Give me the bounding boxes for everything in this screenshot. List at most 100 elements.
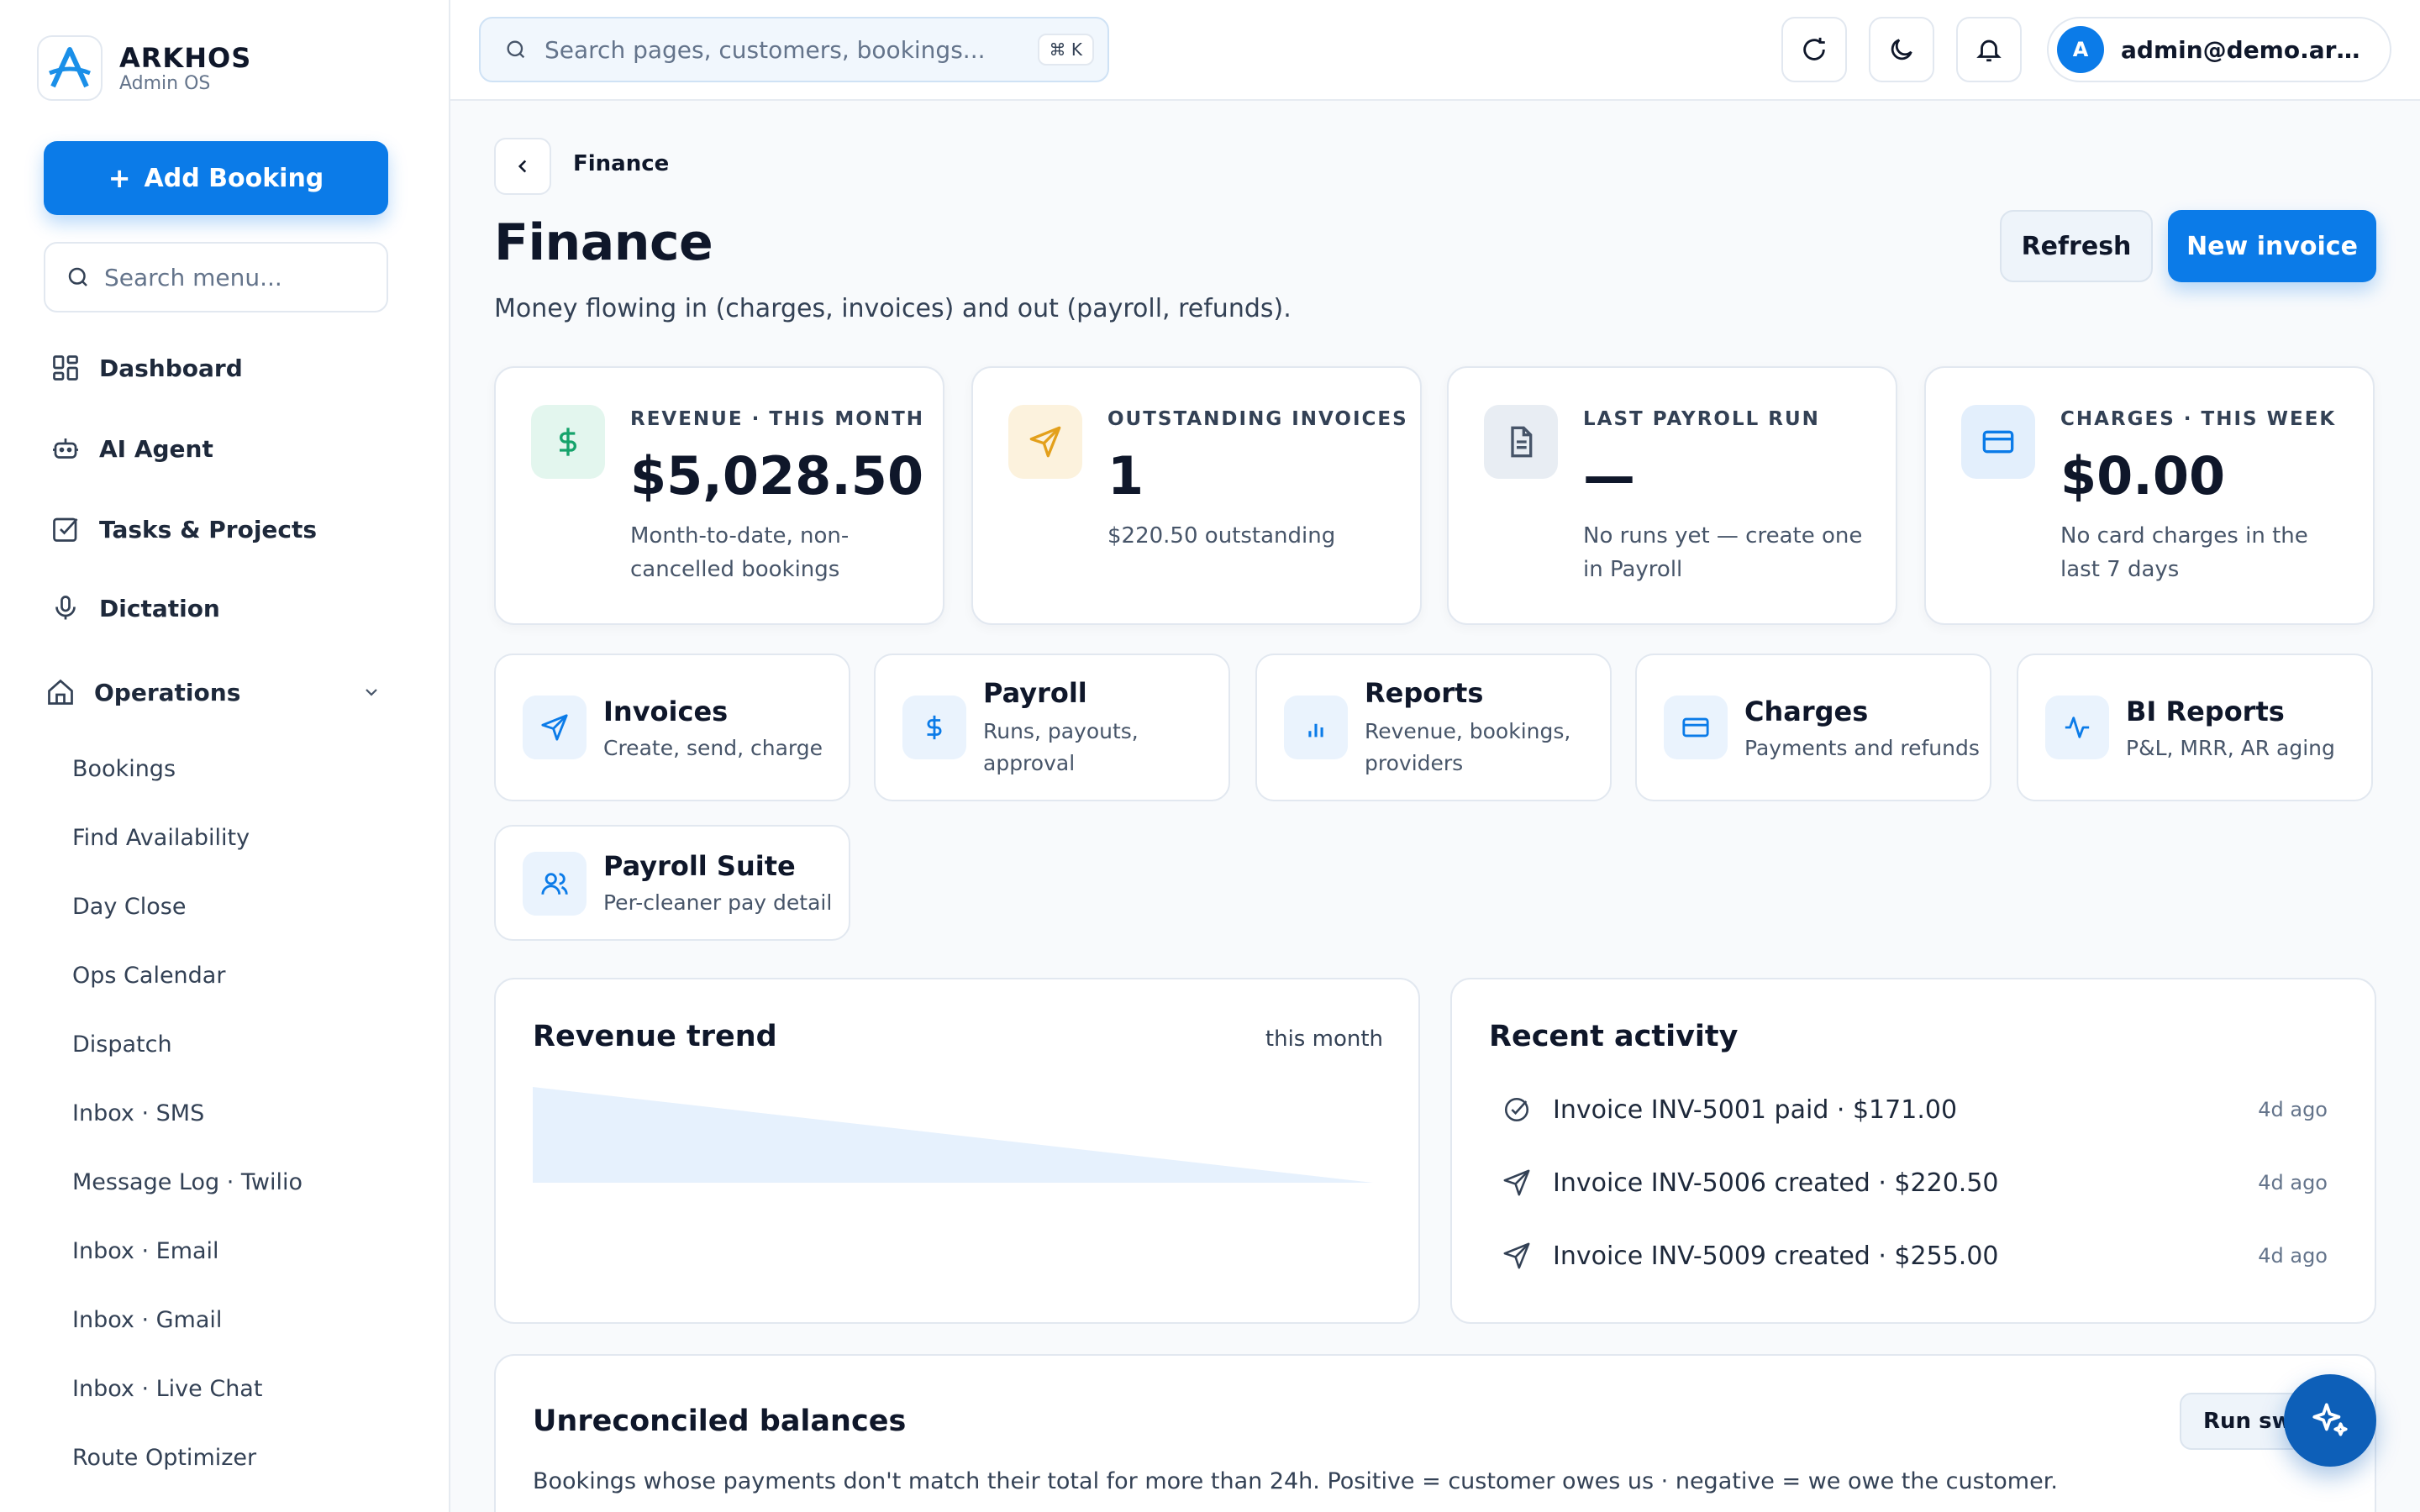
quick-link-payroll[interactable]: Payroll Runs, payouts, approval bbox=[874, 654, 1230, 801]
send-icon bbox=[1008, 405, 1082, 479]
quick-link-title: Payroll bbox=[983, 677, 1087, 709]
quick-link-desc: Payments and refunds bbox=[1744, 736, 1980, 760]
sidebar-subitem-ops-calendar[interactable]: Ops Calendar bbox=[72, 963, 225, 989]
refresh-button[interactable]: Refresh bbox=[2000, 210, 2153, 282]
global-search-placeholder: Search pages, customers, bookings... bbox=[544, 35, 986, 64]
stat-card-revenue: REVENUE · THIS MONTH $5,028.50 Month-to-… bbox=[494, 366, 944, 625]
notifications-button[interactable] bbox=[1956, 17, 2022, 82]
quick-link-title: BI Reports bbox=[2126, 696, 2285, 727]
stat-card-charges: CHARGES · THIS WEEK $0.00 No card charge… bbox=[1924, 366, 2375, 625]
quick-link-desc: P&L, MRR, AR aging bbox=[2126, 736, 2335, 760]
stat-note: No runs yet — create one in Payroll bbox=[1583, 523, 1863, 582]
credit-card-icon bbox=[1961, 405, 2035, 479]
add-booking-button[interactable]: + Add Booking bbox=[44, 141, 388, 215]
panel-title: Revenue trend bbox=[533, 1020, 777, 1053]
chevron-left-icon bbox=[512, 155, 534, 177]
quick-link-charges[interactable]: Charges Payments and refunds bbox=[1635, 654, 1991, 801]
quick-link-desc: Create, send, charge bbox=[603, 736, 823, 760]
user-email: admin@demo.arkhos.ai bbox=[2121, 35, 2373, 64]
reload-icon bbox=[1800, 35, 1828, 64]
checkbox-icon bbox=[49, 512, 82, 546]
ai-assistant-button[interactable] bbox=[2284, 1374, 2376, 1467]
sidebar-group-label: Operations bbox=[94, 678, 241, 706]
breadcrumb: Finance bbox=[573, 151, 670, 176]
new-invoice-button[interactable]: New invoice bbox=[2168, 210, 2376, 282]
stat-label: LAST PAYROLL RUN bbox=[1583, 408, 1820, 430]
stat-label: CHARGES · THIS WEEK bbox=[2060, 408, 2337, 430]
brand-subtitle: Admin OS bbox=[119, 73, 211, 94]
sidebar-subitem-inbox-email[interactable]: Inbox · Email bbox=[72, 1238, 219, 1264]
document-icon bbox=[1484, 405, 1558, 479]
microphone-icon bbox=[49, 591, 82, 625]
chevron-down-icon[interactable] bbox=[361, 682, 381, 702]
stat-label: OUTSTANDING INVOICES bbox=[1107, 408, 1408, 430]
activity-item[interactable]: Invoice INV-5009 created · $255.00 4d ag… bbox=[1502, 1235, 2328, 1277]
stat-value: — bbox=[1583, 445, 1635, 507]
stat-value: $0.00 bbox=[2060, 445, 2226, 507]
activity-item[interactable]: Invoice INV-5001 paid · $171.00 4d ago bbox=[1502, 1089, 2328, 1131]
stat-note: Month-to-date, non-cancelled bookings bbox=[630, 523, 850, 582]
search-icon bbox=[504, 38, 528, 61]
stat-label: REVENUE · THIS MONTH bbox=[630, 408, 925, 430]
sidebar-subitem-day-close[interactable]: Day Close bbox=[72, 894, 186, 920]
sidebar: ARKHOS Admin OS + Add Booking Search men… bbox=[0, 0, 450, 1512]
brand-name: ARKHOS bbox=[119, 42, 252, 74]
quick-link-invoices[interactable]: Invoices Create, send, charge bbox=[494, 654, 850, 801]
sidebar-subitem-route-optimizer[interactable]: Route Optimizer bbox=[72, 1445, 256, 1471]
sidebar-item-ai-agent[interactable]: AI Agent bbox=[49, 432, 213, 465]
dollar-icon bbox=[531, 405, 605, 479]
bar-chart-icon bbox=[1284, 696, 1348, 759]
sidebar-item-tasks[interactable]: Tasks & Projects bbox=[49, 512, 317, 546]
quick-link-reports[interactable]: Reports Revenue, bookings, providers bbox=[1255, 654, 1612, 801]
activity-time: 4d ago bbox=[2258, 1098, 2328, 1121]
bell-icon bbox=[1975, 35, 2003, 64]
menu-search-placeholder: Search menu... bbox=[104, 263, 282, 291]
plus-icon: + bbox=[108, 162, 131, 194]
recent-activity-panel: Recent activity Invoice INV-5001 paid · … bbox=[1450, 978, 2376, 1324]
quick-link-bi-reports[interactable]: BI Reports P&L, MRR, AR aging bbox=[2017, 654, 2373, 801]
brand-logo-icon bbox=[37, 35, 103, 101]
brand[interactable]: ARKHOS Admin OS bbox=[37, 35, 251, 101]
sidebar-subitem-dispatch[interactable]: Dispatch bbox=[72, 1032, 172, 1058]
quick-link-title: Charges bbox=[1744, 696, 1869, 727]
revenue-trend-area bbox=[533, 1087, 1373, 1183]
balances-description: Bookings whose payments don't match thei… bbox=[533, 1468, 2058, 1494]
sidebar-item-dashboard[interactable]: Dashboard bbox=[49, 351, 243, 385]
send-icon bbox=[523, 696, 587, 759]
sidebar-subitem-message-log[interactable]: Message Log · Twilio bbox=[72, 1169, 302, 1195]
sidebar-subitem-inbox-sms[interactable]: Inbox · SMS bbox=[72, 1100, 204, 1126]
dashboard-icon bbox=[49, 351, 82, 385]
sidebar-item-dictation[interactable]: Dictation bbox=[49, 591, 220, 625]
dollar-icon bbox=[902, 696, 966, 759]
sidebar-subitem-find-availability[interactable]: Find Availability bbox=[72, 825, 250, 851]
reload-button[interactable] bbox=[1781, 17, 1847, 82]
search-icon bbox=[66, 265, 91, 290]
panel-title: Unreconciled balances bbox=[533, 1404, 907, 1438]
credit-card-icon bbox=[1664, 696, 1728, 759]
page-title: Finance bbox=[494, 213, 713, 272]
activity-text: Invoice INV-5001 paid · $171.00 bbox=[1553, 1095, 1958, 1125]
sidebar-item-label: Dictation bbox=[99, 594, 220, 622]
user-menu-button[interactable]: A admin@demo.arkhos.ai bbox=[2047, 17, 2391, 82]
sidebar-group-operations[interactable]: Operations bbox=[44, 675, 388, 709]
activity-text: Invoice INV-5009 created · $255.00 bbox=[1553, 1241, 1999, 1271]
menu-search-input[interactable]: Search menu... bbox=[44, 242, 388, 312]
global-search-input[interactable]: Search pages, customers, bookings... ⌘ K bbox=[479, 17, 1109, 82]
sidebar-subitem-inbox-live-chat[interactable]: Inbox · Live Chat bbox=[72, 1376, 262, 1402]
activity-text: Invoice INV-5006 created · $220.50 bbox=[1553, 1168, 1999, 1198]
back-button[interactable] bbox=[494, 138, 551, 195]
panel-title: Recent activity bbox=[1489, 1020, 1739, 1053]
stat-note: $220.50 outstanding bbox=[1107, 523, 1336, 549]
topbar: Search pages, customers, bookings... ⌘ K… bbox=[450, 0, 2420, 101]
sidebar-item-label: AI Agent bbox=[99, 434, 213, 463]
activity-item[interactable]: Invoice INV-5006 created · $220.50 4d ag… bbox=[1502, 1162, 2328, 1204]
quick-link-desc: Per-cleaner pay detail bbox=[603, 890, 833, 915]
sparkles-icon bbox=[2309, 1399, 2351, 1441]
sidebar-subitem-inbox-gmail[interactable]: Inbox · Gmail bbox=[72, 1307, 222, 1333]
theme-toggle-button[interactable] bbox=[1869, 17, 1934, 82]
sidebar-subitem-bookings[interactable]: Bookings bbox=[72, 756, 176, 782]
stat-note: No card charges in the last 7 days bbox=[2060, 523, 2308, 582]
sidebar-item-label: Tasks & Projects bbox=[99, 515, 318, 543]
check-circle-icon bbox=[1502, 1095, 1531, 1124]
quick-link-payroll-suite[interactable]: Payroll Suite Per-cleaner pay detail bbox=[494, 825, 850, 941]
